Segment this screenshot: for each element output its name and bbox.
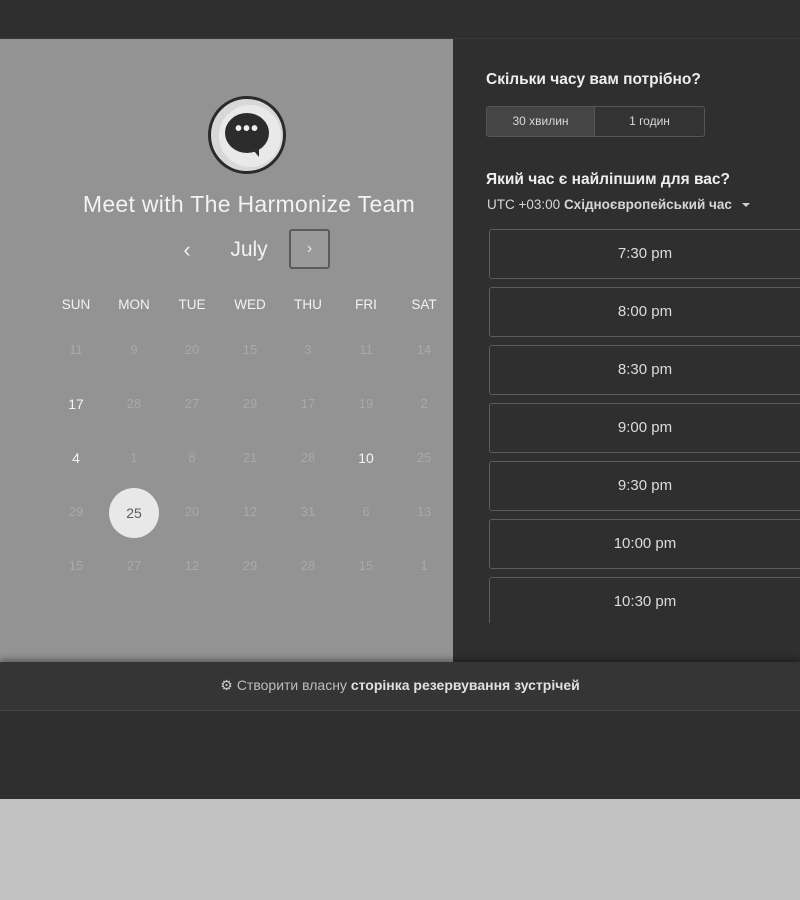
next-month-button[interactable]: › (289, 229, 330, 269)
calendar-day-available[interactable]: 17 (47, 395, 105, 413)
calendar-day: 15 (358, 558, 374, 573)
calendar-day: 28 (300, 558, 316, 573)
calendar-day: 9 (130, 342, 138, 357)
weekday-header-row: SUN MON TUE WED THU FRI SAT (47, 296, 453, 324)
caret-down-icon (741, 203, 750, 208)
calendar-day: 20 (184, 504, 200, 519)
calendar-day-available[interactable]: 4 (47, 449, 105, 467)
calendar-day: 17 (300, 396, 316, 411)
calendar-day: 19 (358, 396, 374, 411)
page-title: Meet with The Harmonize Team (82, 191, 416, 217)
calendar-day: 21 (242, 450, 258, 465)
month-label: July (230, 238, 268, 261)
calendar-week: 29 25 20 12 31 6 13 (47, 486, 453, 540)
calendar-day: 11 (69, 342, 83, 357)
time-slot[interactable]: 8:00 pm (489, 287, 800, 337)
calendar-week: 11 9 20 15 3 11 14 (47, 324, 453, 378)
time-slot[interactable]: 9:00 pm (489, 403, 800, 453)
calendar-day: 15 (68, 558, 84, 573)
duration-question: Скільки часу вам потрібно? (486, 71, 701, 88)
weekday-fri: FRI (355, 297, 377, 312)
calendar-day: 27 (126, 558, 142, 573)
calendar-panel: ••• Meet with The Harmonize Team ‹ July … (0, 39, 453, 662)
create-booking-page-link[interactable]: ⚙ Створити власну сторінка резервування з… (0, 662, 800, 708)
time-slot[interactable]: 7:30 pm (489, 229, 800, 279)
calendar-day: 29 (242, 396, 258, 411)
duration-30min-button[interactable]: 30 хвилин (486, 106, 595, 137)
time-slot[interactable]: 10:30 pm (489, 577, 800, 623)
time-slot[interactable]: 9:30 pm (489, 461, 800, 511)
duration-1hour-button[interactable]: 1 годин (594, 106, 705, 137)
calendar-grid: SUN MON TUE WED THU FRI SAT 11 9 20 15 3… (47, 296, 453, 594)
time-question: Який час є найліпшим для вас? (486, 171, 730, 188)
calendar-day: 12 (184, 558, 200, 573)
calendar-day-available[interactable]: 10 (337, 449, 395, 467)
calendar-day: 3 (304, 342, 312, 357)
calendar-day: 28 (300, 450, 316, 465)
calendar-day: 14 (416, 342, 432, 357)
weekday-sun: SUN (61, 297, 91, 312)
calendar-day: 8 (188, 450, 196, 465)
calendar-day: 29 (242, 558, 258, 573)
footer-bar: ⚙ Створити власну сторінка резервування з… (0, 662, 800, 711)
team-logo: ••• (208, 96, 286, 174)
calendar-day: 11 (359, 342, 373, 357)
weekday-tue: TUE (178, 297, 206, 312)
calendar-week: 17 28 27 29 17 19 2 (47, 378, 453, 432)
calendar-day: 25 (416, 450, 432, 465)
calendar-day: 12 (242, 504, 258, 519)
time-slot[interactable]: 10:00 pm (489, 519, 800, 569)
calendar-day-selected[interactable]: 25 (109, 488, 159, 538)
calendar-day: 20 (184, 342, 200, 357)
calendar-week: 4 1 8 21 28 10 25 (47, 432, 453, 486)
footer-prefix: Створити власну (236, 677, 347, 693)
footer-link-text: сторінка резервування зустрічей (350, 677, 580, 693)
weekday-mon: MON (118, 297, 150, 312)
page-bottom-band (0, 711, 800, 799)
calendar-day: 6 (362, 504, 370, 519)
calendar-day: 28 (126, 396, 142, 411)
previous-month-button[interactable]: ‹ (172, 236, 202, 266)
chat-bubble-tail (249, 145, 259, 157)
timezone-selector[interactable]: UTC +03:00 Східноєвропейський час (487, 197, 750, 212)
calendar-day: 29 (68, 504, 84, 519)
weekday-wed: WED (234, 297, 266, 312)
ellipsis-icon: ••• (234, 118, 259, 140)
calendar-day: 31 (300, 504, 316, 519)
time-slot[interactable]: 8:30 pm (489, 345, 800, 395)
calendar-day: 13 (416, 504, 432, 519)
calendar-day: 27 (184, 396, 200, 411)
timezone-name: Східноєвропейський час (563, 197, 732, 212)
timezone-offset: UTC +03:00 (487, 197, 561, 212)
calendar-day: 2 (420, 396, 428, 411)
time-slot-list[interactable]: 7:30 pm 8:00 pm 8:30 pm 9:00 pm 9:30 pm … (489, 229, 800, 623)
calendar-day: 1 (130, 450, 138, 465)
calendar-day: 1 (420, 558, 428, 573)
top-bar (0, 0, 800, 39)
weekday-thu: THU (294, 297, 322, 312)
calendar-week: 15 27 12 29 28 15 1 (47, 540, 453, 594)
hubspot-sprocket-icon: ⚙ (220, 677, 233, 693)
calendar-day: 15 (242, 342, 258, 357)
weekday-sat: SAT (411, 297, 437, 312)
